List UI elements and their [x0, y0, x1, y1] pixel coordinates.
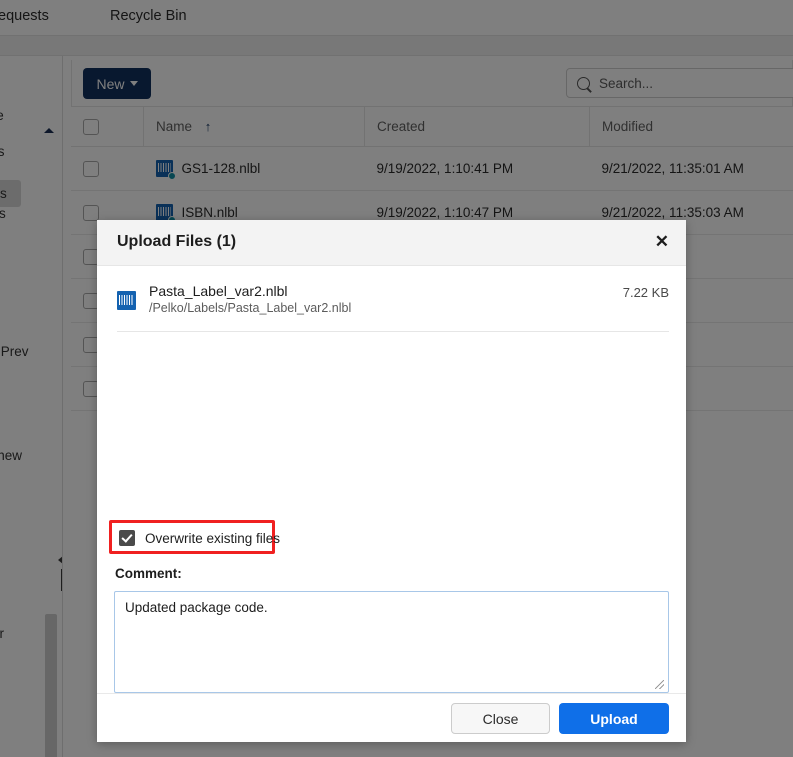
dialog-body: Pasta_Label_var2.nlbl /Pelko/Labels/Past… — [97, 266, 686, 695]
upload-file-list: Pasta_Label_var2.nlbl /Pelko/Labels/Past… — [117, 282, 669, 332]
close-button[interactable]: Close — [451, 703, 550, 734]
comment-label: Comment: — [115, 566, 182, 581]
dialog-footer: Close Upload — [97, 693, 686, 742]
dialog-header: Upload Files (1) ✕ — [97, 220, 686, 266]
upload-list-item[interactable]: Pasta_Label_var2.nlbl /Pelko/Labels/Past… — [117, 282, 669, 332]
upload-file-path: /Pelko/Labels/Pasta_Label_var2.nlbl — [149, 300, 351, 317]
dialog-title: Upload Files (1) — [117, 233, 236, 251]
overwrite-existing-files-label: Overwrite existing files — [145, 531, 280, 546]
upload-files-dialog: Upload Files (1) ✕ Pasta_Label_var2.nlbl… — [97, 220, 686, 742]
close-icon[interactable]: ✕ — [655, 232, 669, 251]
upload-file-info: Pasta_Label_var2.nlbl /Pelko/Labels/Past… — [149, 282, 351, 317]
upload-file-name: Pasta_Label_var2.nlbl — [149, 282, 351, 300]
barcode-label-file-icon — [117, 291, 136, 310]
upload-file-size: 7.22 KB — [623, 282, 669, 300]
comment-textarea[interactable] — [114, 591, 669, 693]
overwrite-existing-files-checkbox[interactable] — [119, 530, 135, 546]
overwrite-existing-files-row[interactable]: Overwrite existing files — [119, 530, 280, 546]
upload-button[interactable]: Upload — [559, 703, 669, 734]
